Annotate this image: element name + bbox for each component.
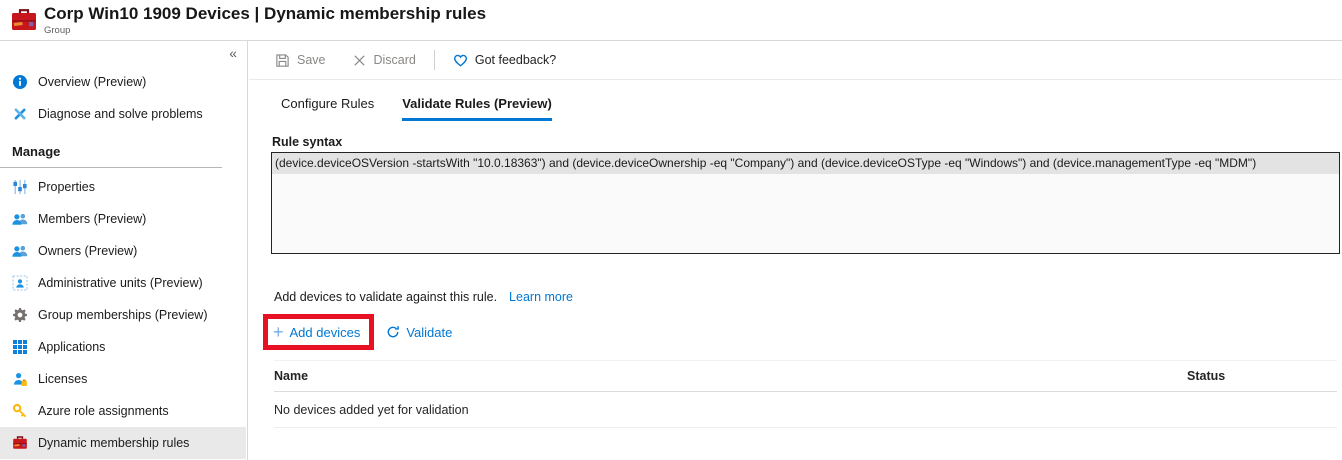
key-icon: [12, 403, 28, 419]
empty-state-message: No devices added yet for validation: [274, 402, 469, 417]
group-briefcase-icon: [10, 7, 38, 33]
rule-syntax-label: Rule syntax: [272, 135, 343, 149]
column-header-name[interactable]: Name: [274, 369, 1187, 383]
sidebar-item-dynamic-membership-rules[interactable]: Dynamic membership rules: [0, 427, 246, 459]
main-content: Save Discard Got feedback? Configure Rul…: [249, 41, 1342, 460]
add-devices-button[interactable]: + Add devices: [273, 322, 360, 342]
learn-more-link[interactable]: Learn more: [509, 290, 573, 304]
validation-actions: + Add devices Validate: [263, 314, 1342, 350]
sidebar-item-label: Licenses: [38, 372, 88, 386]
toolbar-separator: [433, 50, 435, 70]
got-feedback-button[interactable]: Got feedback?: [453, 53, 556, 68]
sidebar-item-licenses[interactable]: Licenses: [0, 363, 246, 395]
tools-icon: [12, 106, 28, 122]
validation-table: Name Status No devices added yet for val…: [274, 360, 1337, 428]
tab-bar: Configure Rules Validate Rules (Preview): [281, 96, 1342, 121]
sidebar-item-overview[interactable]: Overview (Preview): [0, 66, 246, 98]
column-header-status[interactable]: Status: [1187, 369, 1337, 383]
heart-icon: [453, 54, 467, 67]
sidebar-item-members[interactable]: Members (Preview): [0, 203, 246, 235]
save-button[interactable]: Save: [275, 53, 326, 68]
validation-instruction: Add devices to validate against this rul…: [274, 290, 573, 304]
validate-button[interactable]: Validate: [386, 325, 452, 340]
sidebar: « Overview (Preview) Diagnose and solve …: [0, 41, 248, 460]
sidebar-item-label: Diagnose and solve problems: [38, 107, 203, 121]
sidebar-item-administrative-units[interactable]: Administrative units (Preview): [0, 267, 246, 299]
sidebar-item-label: Administrative units (Preview): [38, 276, 203, 290]
people-icon: [12, 211, 28, 227]
rule-syntax-textarea[interactable]: (device.deviceOSVersion -startsWith "10.…: [271, 152, 1340, 254]
gear-icon: [12, 307, 28, 323]
page-title: Corp Win10 1909 Devices | Dynamic member…: [44, 4, 487, 23]
sidebar-item-properties[interactable]: Properties: [0, 171, 246, 203]
sidebar-item-label: Group memberships (Preview): [38, 308, 208, 322]
close-icon: [353, 54, 365, 66]
table-header-row: Name Status: [274, 360, 1337, 392]
briefcase-icon: [12, 435, 28, 451]
grid-icon: [12, 339, 28, 355]
sidebar-item-label: Members (Preview): [38, 212, 147, 226]
discard-button[interactable]: Discard: [352, 53, 416, 68]
tab-validate-rules[interactable]: Validate Rules (Preview): [402, 96, 552, 121]
sidebar-item-label: Overview (Preview): [38, 75, 147, 89]
sidebar-item-group-memberships[interactable]: Group memberships (Preview): [0, 299, 246, 331]
sidebar-item-label: Dynamic membership rules: [38, 436, 190, 450]
tab-configure-rules[interactable]: Configure Rules: [281, 96, 374, 121]
rule-syntax-value: (device.deviceOSVersion -startsWith "10.…: [272, 153, 1339, 174]
license-icon: [12, 371, 28, 387]
sidebar-item-label: Owners (Preview): [38, 244, 138, 258]
sidebar-item-applications[interactable]: Applications: [0, 331, 246, 363]
info-icon: [12, 74, 28, 90]
sidebar-item-label: Azure role assignments: [38, 404, 169, 418]
sidebar-item-label: Applications: [38, 340, 106, 354]
plus-icon: +: [273, 322, 284, 342]
sidebar-item-owners[interactable]: Owners (Preview): [0, 235, 246, 267]
sidebar-item-label: Properties: [38, 180, 95, 194]
sidebar-collapse-icon[interactable]: «: [229, 45, 237, 61]
table-empty-row: No devices added yet for validation: [274, 392, 1337, 428]
page-header: Corp Win10 1909 Devices | Dynamic member…: [0, 0, 1342, 41]
refresh-icon: [387, 326, 400, 338]
annotation-highlight-box: + Add devices: [263, 314, 375, 350]
save-icon: [276, 53, 289, 67]
admin-units-icon: [12, 275, 28, 291]
command-bar: Save Discard Got feedback?: [249, 41, 1342, 80]
sidebar-item-azure-role-assignments[interactable]: Azure role assignments: [0, 395, 246, 427]
people-icon: [12, 243, 28, 259]
sliders-icon: [12, 179, 28, 195]
sidebar-section-manage: Manage: [12, 144, 61, 159]
sidebar-divider: [0, 167, 222, 168]
sidebar-item-diagnose[interactable]: Diagnose and solve problems: [0, 98, 246, 130]
page-subtitle: Group: [44, 25, 71, 36]
